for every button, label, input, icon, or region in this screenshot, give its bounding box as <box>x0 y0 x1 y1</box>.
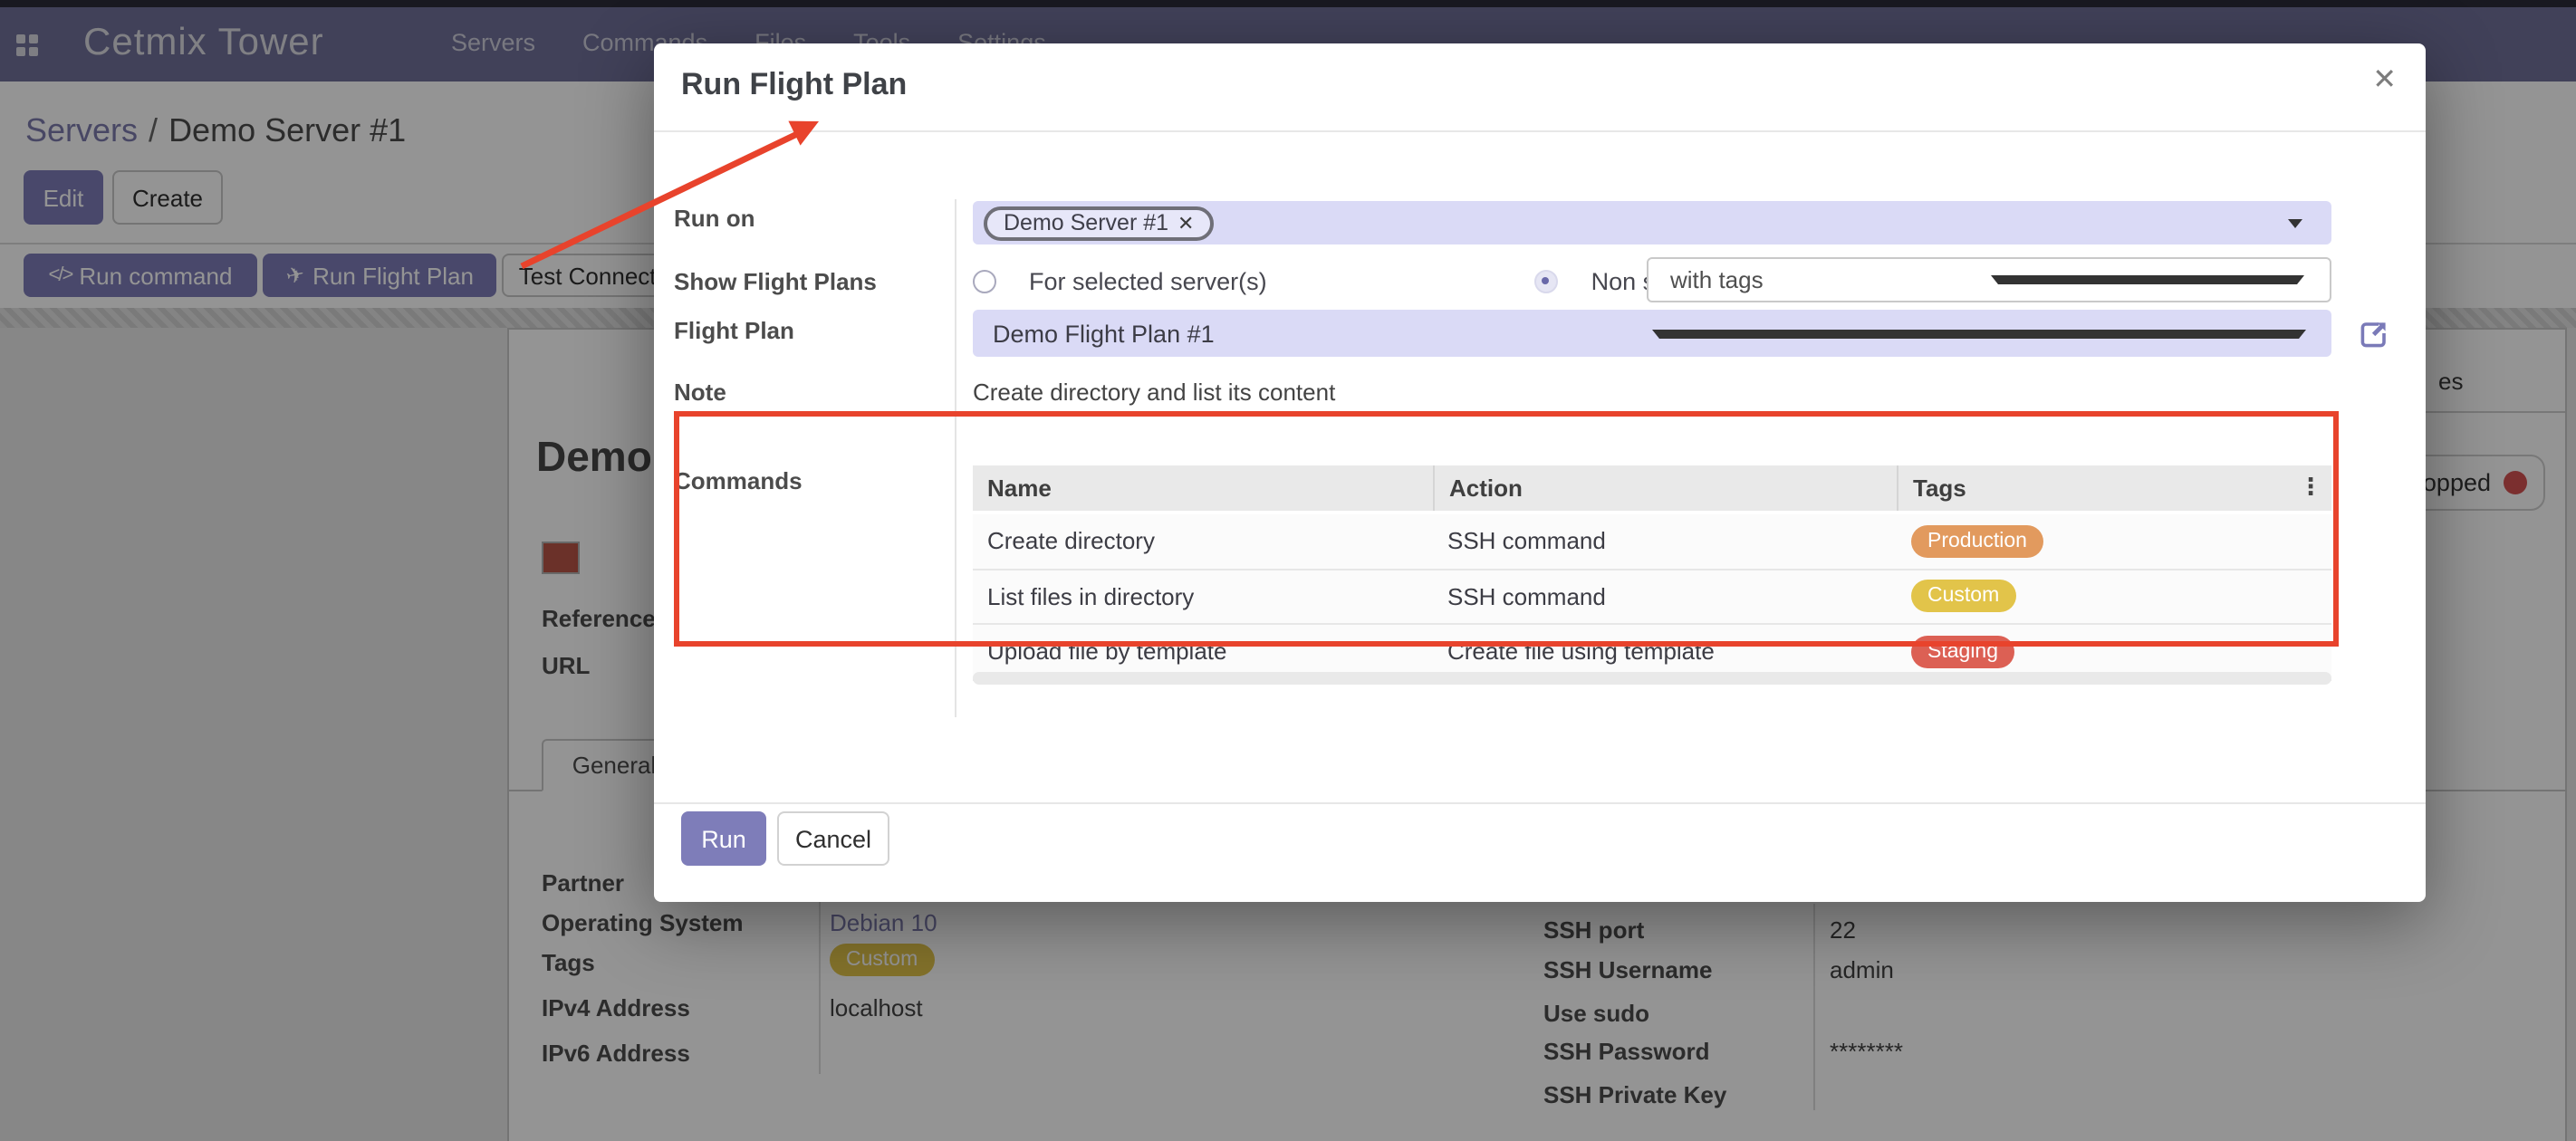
note-value: Create directory and list its content <box>973 379 1335 406</box>
table-row[interactable]: List files in directory SSH command Cust… <box>973 570 2331 625</box>
run-button[interactable]: Run <box>681 811 766 866</box>
run-on-label: Run on <box>674 205 755 232</box>
table-row[interactable]: Create directory SSH command Production <box>973 514 2331 570</box>
chevron-down-icon[interactable] <box>2288 219 2302 228</box>
dialog-title: Run Flight Plan <box>681 67 907 103</box>
run-on-input[interactable]: Demo Server #1 ✕ <box>973 201 2331 244</box>
col-header-name[interactable]: Name <box>973 465 1433 511</box>
show-flight-plans-label: Show Flight Plans <box>674 268 877 295</box>
dialog-header-divider <box>654 130 2426 132</box>
screenshot-root: Cetmix Tower Servers Commands Files Tool… <box>0 0 2576 1141</box>
col-header-tags[interactable]: Tags <box>1897 465 2331 511</box>
chevron-down-icon <box>1991 275 2304 284</box>
flight-plan-label: Flight Plan <box>674 317 794 344</box>
close-icon[interactable]: ✕ <box>2372 62 2397 98</box>
commands-table-header: Name Action Tags ⋮ <box>973 465 2331 511</box>
chip-remove-icon[interactable]: ✕ <box>1177 211 1194 235</box>
run-flight-plan-dialog: Run Flight Plan ✕ Run on Show Flight Pla… <box>654 43 2426 902</box>
commands-table: Name Action Tags ⋮ Create directory SSH … <box>973 465 2331 680</box>
radio-non-server-restricted[interactable] <box>1535 269 1559 292</box>
cancel-button[interactable]: Cancel <box>777 811 889 866</box>
col-header-action[interactable]: Action <box>1433 465 1897 511</box>
horizontal-scrollbar[interactable] <box>973 672 2331 685</box>
tags-filter-select[interactable]: with tags <box>1647 257 2331 302</box>
flight-plan-select[interactable]: Demo Flight Plan #1 <box>973 310 2331 357</box>
server-chip[interactable]: Demo Server #1 ✕ <box>984 206 1214 240</box>
tag-custom: Custom <box>1911 580 2015 613</box>
kebab-icon[interactable]: ⋮ <box>2299 473 2322 502</box>
radio-for-selected-servers[interactable] <box>973 269 996 292</box>
radio-label-for-selected[interactable]: For selected server(s) <box>1029 267 1267 294</box>
tag-production: Production <box>1911 525 2043 558</box>
form-column-divider <box>955 199 956 717</box>
dialog-footer-divider <box>654 802 2426 804</box>
commands-label: Commands <box>674 467 803 494</box>
external-link-icon[interactable] <box>2359 319 2389 350</box>
chevron-down-icon <box>1652 329 2306 338</box>
tag-staging: Staging <box>1911 636 2014 668</box>
note-label: Note <box>674 379 726 406</box>
